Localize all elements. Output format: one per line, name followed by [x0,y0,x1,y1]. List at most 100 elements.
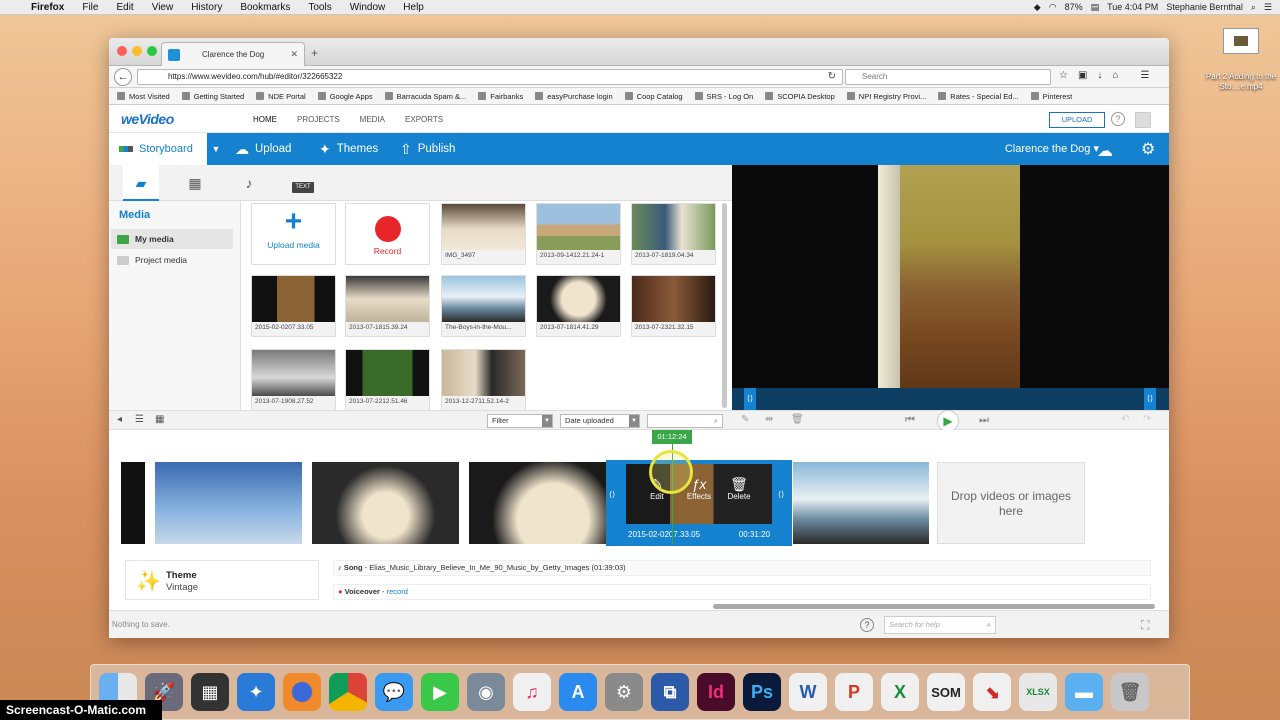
themes-button[interactable]: ✦ Themes [319,133,378,165]
bookmark-item[interactable]: Barracuda Spam &... [385,92,467,101]
drop-zone[interactable]: Drop videos or images here [937,462,1085,544]
clip-right-handle[interactable]: ⟨⟩ [778,490,784,499]
image-capture-icon[interactable]: ◉ [467,673,505,711]
upload-button[interactable]: UPLOAD [1049,112,1105,128]
screencast-icon[interactable]: SOM [927,673,965,711]
redo-icon[interactable]: ↷ [1143,414,1151,425]
chrome-icon[interactable] [329,673,367,711]
home-icon[interactable]: ⌂ [1112,70,1118,81]
reading-list-icon[interactable]: ▣ [1078,70,1087,81]
preview-trim-bar[interactable]: ⟨⟩ ⟨⟩ [732,388,1169,410]
tab-transitions-icon[interactable]: ▦ [177,165,213,201]
bookmark-item[interactable]: NPI Registry Provi... [847,92,927,101]
list-view-icon[interactable]: ☰ [135,414,144,425]
bookmark-item[interactable]: NDE Portal [256,92,306,101]
media-scrollbar[interactable] [722,203,727,408]
folder-icon[interactable]: ▬ [1065,673,1103,711]
media-tile[interactable]: 2013-07-2321.32.15 [631,275,716,337]
close-window-button[interactable] [117,46,127,56]
storyboard-mode-button[interactable]: Storyboard [109,133,207,165]
song-track[interactable]: ♪ Song - Elias_Music_Library_Believe_In_… [333,560,1151,576]
media-tile[interactable]: 2013-07-1819.04.34 [631,203,716,265]
battery-percent[interactable]: 87% [1065,2,1083,12]
trash-icon[interactable]: 🗑 [791,414,804,425]
back-button[interactable]: ← [114,68,132,86]
bookmark-item[interactable]: SCOPIA Desktop [765,92,835,101]
xlsx-file-icon[interactable]: XLSX [1019,673,1057,711]
reload-icon[interactable]: ↻ [828,70,836,84]
play-button[interactable]: ▶ [937,410,959,432]
notification-icon[interactable]: ☰ [1264,2,1272,13]
nav-home[interactable]: HOME [253,115,277,124]
media-tile[interactable]: 2013-12-2711.52.14-2 [441,349,526,411]
search-input[interactable]: Search [845,69,1051,85]
bookmark-item[interactable]: Google Apps [318,92,373,101]
upload-media-tile[interactable]: + Upload media [251,203,336,265]
minimize-window-button[interactable] [132,46,142,56]
user-name[interactable]: Stephanie Bernthal [1166,2,1243,12]
theme-box[interactable]: ✨ Theme Vintage [125,560,319,600]
skip-forward-icon[interactable]: ⏭ [979,414,989,427]
menu-window[interactable]: Window [341,2,395,13]
tab-text[interactable]: TEXT [285,165,321,201]
menu-help[interactable]: Help [394,2,433,13]
menu-bookmarks[interactable]: Bookmarks [231,2,299,13]
bookmark-star-icon[interactable]: ☆ [1059,70,1068,81]
close-tab-icon[interactable]: ✕ [290,49,298,60]
media-tile[interactable]: 2013-09-1412.21.24-1 [536,203,621,265]
remote-desktop-icon[interactable]: ⧉ [651,673,689,711]
media-tile[interactable]: IMG_3497 [441,203,526,265]
undo-icon[interactable]: ↶ [1121,414,1129,425]
acrobat-icon[interactable]: ⬊ [973,673,1011,711]
bookmark-item[interactable]: Fairbanks [478,92,523,101]
timeline-clip[interactable] [312,462,459,544]
fullscreen-icon[interactable]: ⛶ [1141,618,1149,633]
media-tile[interactable]: The-Boys-in-the-Mou... [441,275,526,337]
bookmark-item[interactable]: SRS - Log On [695,92,754,101]
photoshop-icon[interactable]: Ps [743,673,781,711]
playhead-time[interactable]: 01:12:24 [652,430,692,444]
bookmark-item[interactable]: Most Visited [117,92,170,101]
record-voiceover-link[interactable]: record [387,587,408,596]
skip-back-icon[interactable]: ⏮ [905,414,915,427]
menu-edit[interactable]: Edit [107,2,142,13]
record-tile[interactable]: Record [345,203,430,265]
timeline-clip[interactable] [121,462,145,544]
nav-projects[interactable]: PROJECTS [297,115,340,124]
menu-tools[interactable]: Tools [299,2,340,13]
grid-view-icon[interactable]: ▦ [155,414,164,425]
menu-app-firefox[interactable]: Firefox [22,2,73,13]
browser-tab[interactable]: Clarence the Dog ✕ [161,42,305,66]
selected-clip[interactable]: ⟨⟩ ⟨⟩ ✎ Edit ƒx Effects 🗑 Delete 2015-02… [606,460,792,546]
sidebar-item-project-media[interactable]: Project media [111,250,233,270]
filter-select[interactable]: Filter ▼ [487,414,553,428]
nav-exports[interactable]: EXPORTS [405,115,443,124]
menu-file[interactable]: File [73,2,107,13]
download-icon[interactable]: ↓ [1097,70,1102,81]
media-tile[interactable]: 2013-07-1814.41.29 [536,275,621,337]
flag-icon[interactable]: ▤ [1091,2,1100,13]
sidebar-item-my-media[interactable]: My media [111,229,233,249]
mission-control-icon[interactable]: ▦ [191,673,229,711]
avatar[interactable] [1135,112,1151,128]
indesign-icon[interactable]: Id [697,673,735,711]
bookmark-item[interactable]: Pinterest [1031,92,1073,101]
nav-media[interactable]: MEDIA [360,115,385,124]
publish-button[interactable]: ⇧ Publish [400,133,455,165]
media-search-input[interactable]: ⌕ [647,414,723,428]
itunes-icon[interactable]: ♫ [513,673,551,711]
delete-button[interactable]: 🗑 Delete [724,476,754,501]
firefox-icon[interactable] [283,673,321,711]
help-search-input[interactable]: Search for help ⌕ [884,616,996,634]
word-icon[interactable]: W [789,673,827,711]
wevideo-logo[interactable]: weVideo [121,111,174,127]
timeline-clip[interactable] [469,462,609,544]
media-tile[interactable]: 2013-07-1908.27.52 [251,349,336,411]
excel-icon[interactable]: X [881,673,919,711]
menu-history[interactable]: History [182,2,231,13]
safari-icon[interactable]: ✦ [237,673,275,711]
timeline-scrollbar[interactable] [713,604,1155,609]
clip-left-handle[interactable]: ⟨⟩ [609,490,615,499]
media-tile[interactable]: 2013-07-1815.39.24 [345,275,430,337]
help-icon[interactable]: ? [1111,112,1125,126]
